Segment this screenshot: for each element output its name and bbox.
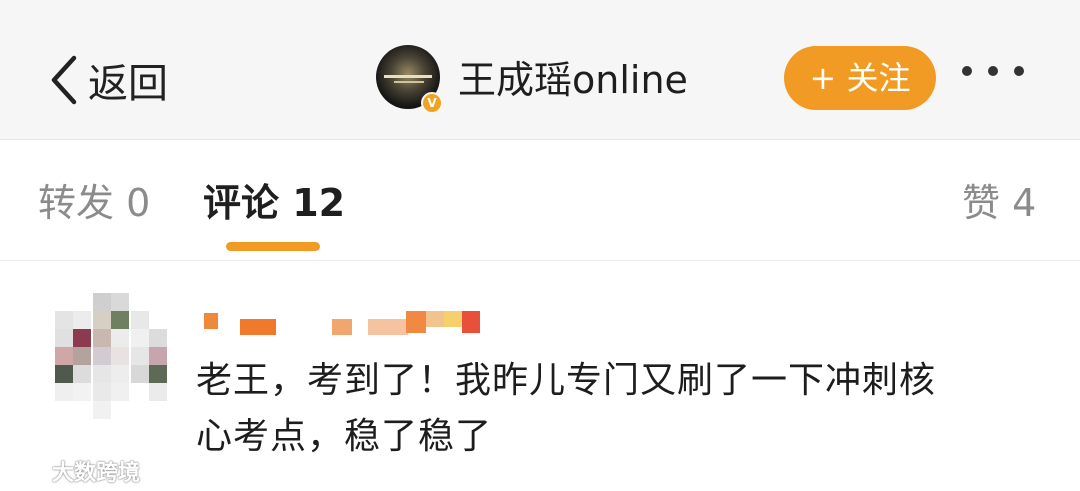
commenter-avatar[interactable] (55, 293, 167, 423)
more-dot-icon (962, 66, 972, 76)
watermark: 大数跨境 (8, 455, 140, 487)
more-options-button[interactable] (962, 66, 1024, 76)
follow-button[interactable]: + 关注 (784, 46, 936, 110)
more-dot-icon (1014, 66, 1024, 76)
tab-comments[interactable]: 评论 12 (203, 180, 345, 226)
tab-likes[interactable]: 赞 4 (962, 180, 1036, 226)
username[interactable]: 王成瑶online (458, 52, 688, 108)
more-dot-icon (988, 66, 998, 76)
comment-text-line: 心考点，稳了稳了 (196, 416, 493, 457)
back-label: 返回 (88, 61, 168, 107)
chevron-left-icon (51, 55, 77, 105)
tab-bar: 转发 0 评论 12 赞 4 (0, 140, 1080, 261)
comment-item: 老王，考到了！我昨儿专门又刷了一下冲刺核 心考点，稳了稳了 (0, 261, 1080, 491)
watermark-logo-icon (9, 460, 48, 482)
back-button[interactable]: 返回 (48, 52, 168, 108)
watermark-text: 大数跨境 (52, 461, 141, 486)
tab-repost[interactable]: 转发 0 (38, 180, 150, 226)
active-tab-indicator (226, 242, 320, 251)
comment-text-line: 老王，考到了！我昨儿专门又刷了一下冲刺核 (196, 360, 937, 401)
verified-badge-icon: V (421, 92, 443, 114)
comment-text: 老王，考到了！我昨儿专门又刷了一下冲刺核 心考点，稳了稳了 (196, 353, 1056, 465)
top-navigation-bar: 返回 V 王成瑶online + 关注 (0, 0, 1080, 140)
